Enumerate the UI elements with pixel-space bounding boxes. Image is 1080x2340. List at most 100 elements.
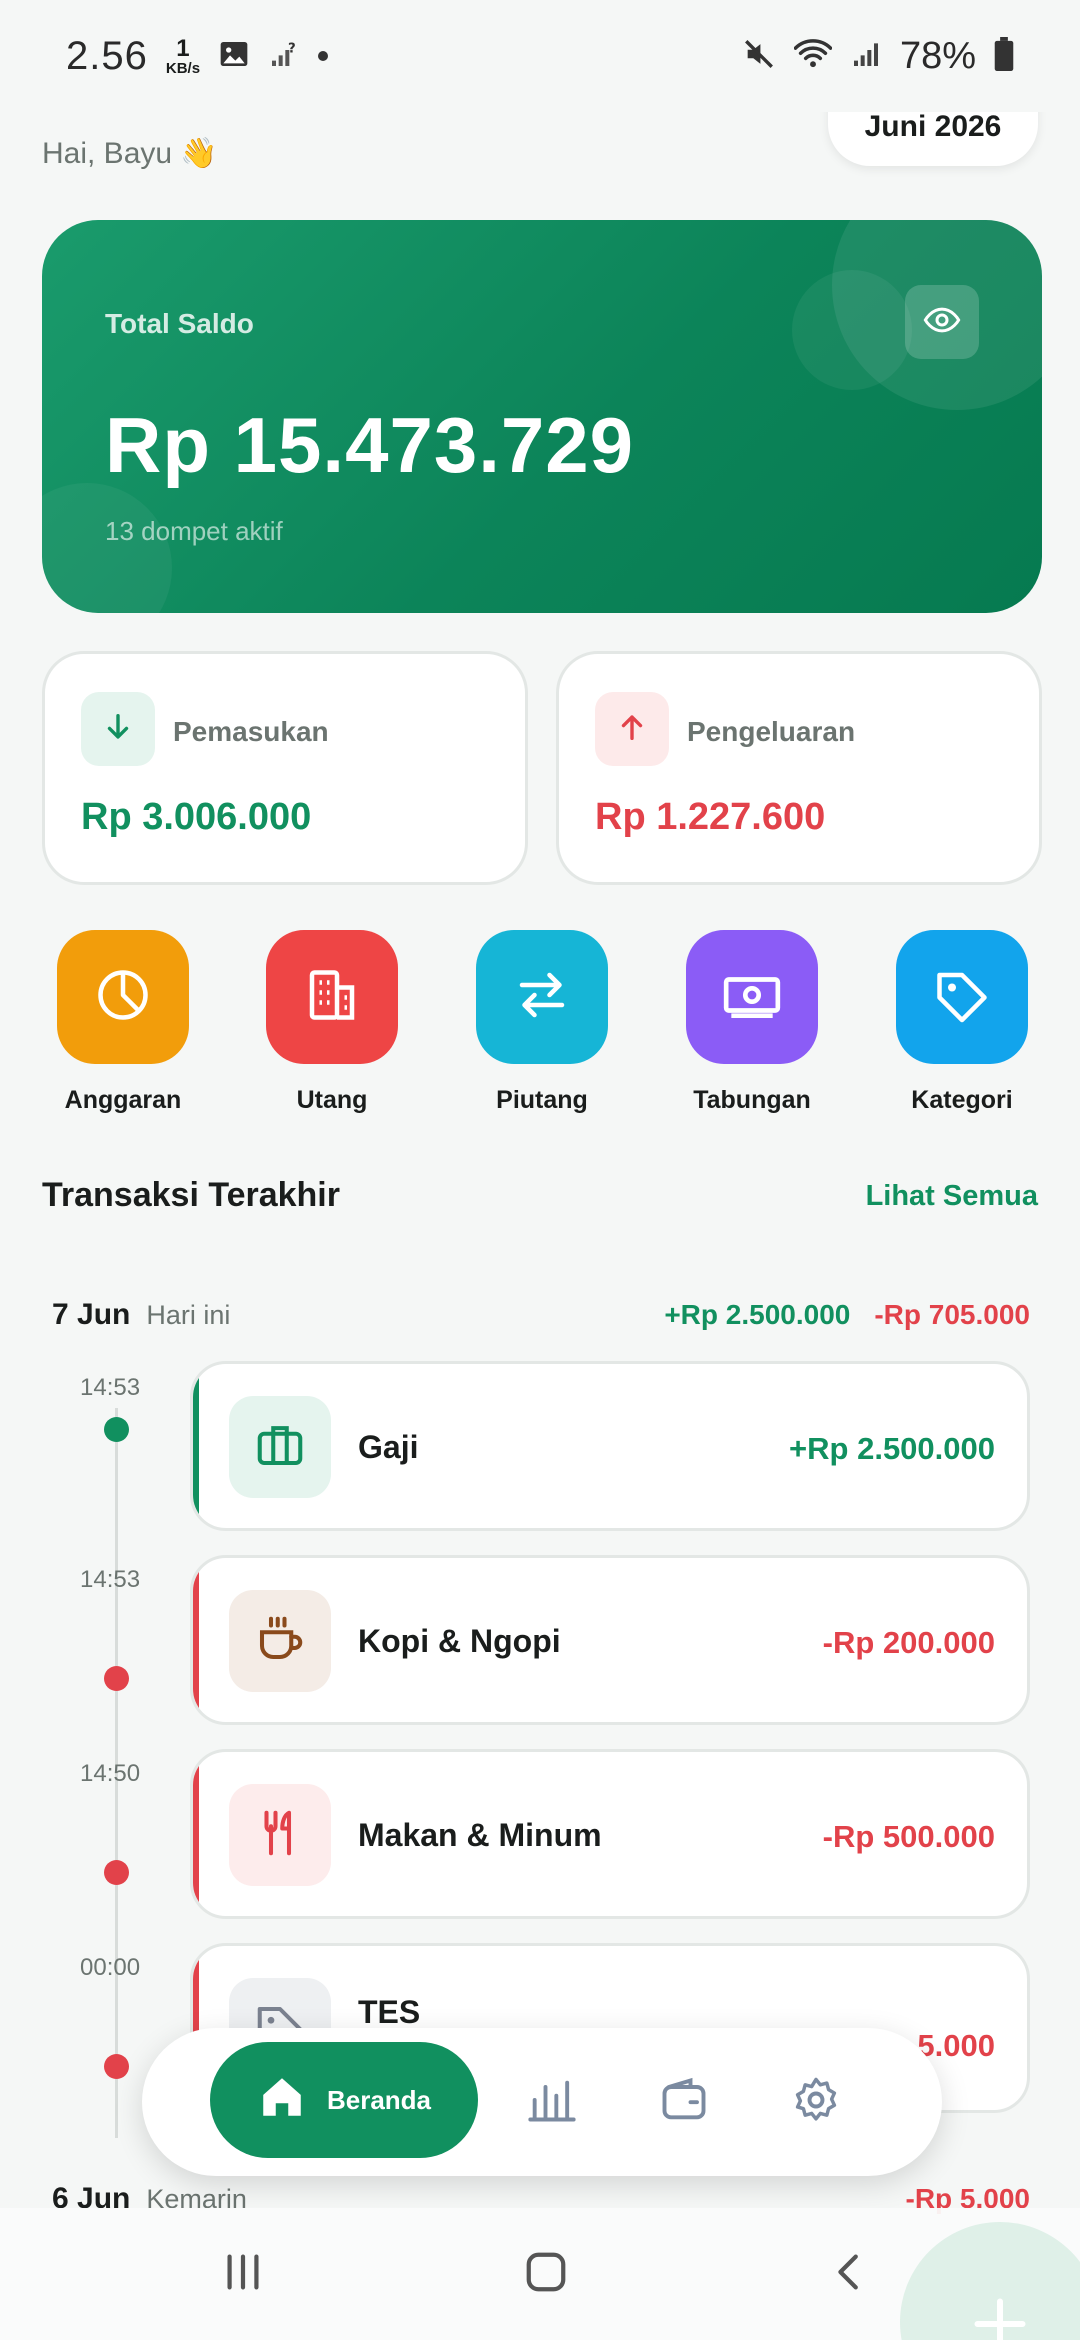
coffee-icon: [253, 1612, 307, 1671]
expense-card[interactable]: Pengeluaran Rp 1.227.600: [556, 651, 1042, 885]
budget-icon-box: [57, 930, 189, 1064]
settings-icon: [790, 2074, 842, 2131]
signal-icon: [850, 38, 882, 75]
svg-text:?: ?: [288, 41, 296, 56]
transaction-name: TES: [358, 1994, 421, 2030]
home-icon: [257, 2072, 307, 2129]
transaction-card[interactable]: Gaji +Rp 2.500.000: [190, 1361, 1030, 1531]
month-label: Juni 2026: [864, 110, 1002, 143]
quick-menu-label: Kategori: [911, 1086, 1013, 1114]
income-label: Pemasukan: [173, 716, 329, 747]
home-system-button[interactable]: [516, 2244, 576, 2304]
network-speed-value: 1: [176, 34, 190, 62]
timeline-dot: [104, 1417, 129, 1442]
expense-value: Rp 1.227.600: [595, 796, 826, 838]
category-icon-box: [896, 930, 1028, 1064]
battery-icon: [994, 36, 1014, 76]
bottom-navigation: Beranda: [142, 2028, 942, 2176]
arrow-down-icon: [101, 710, 135, 749]
back-chevron-icon: [827, 2249, 873, 2300]
nav-home-button[interactable]: Beranda: [210, 2042, 478, 2158]
swap-icon: [512, 965, 572, 1030]
transaction-card[interactable]: Makan & Minum -Rp 500.000: [190, 1749, 1030, 1919]
quick-menu-label: Utang: [296, 1086, 368, 1114]
clock: 2.56: [66, 33, 148, 78]
transaction-time: 14:50: [80, 1760, 141, 1787]
plus-icon: [970, 2294, 1030, 2340]
expense-icon-box: [595, 692, 669, 766]
pie-chart-icon: [93, 965, 153, 1030]
tag-icon: [932, 965, 992, 1030]
no-signal-icon: ?: [268, 38, 300, 75]
decorative-circle: [42, 483, 172, 613]
transaction-name: Kopi & Ngopi: [358, 1623, 561, 1659]
nav-wallet-button[interactable]: [644, 2062, 724, 2142]
building-icon: [302, 965, 362, 1030]
greeting-text: Hai, Bayu 👋: [42, 137, 218, 170]
quick-menu-budget[interactable]: Anggaran: [18, 930, 228, 1115]
network-speed: 1 KB/s: [166, 34, 200, 76]
quick-menu-label: Tabungan: [693, 1086, 811, 1114]
transaction-amount: +Rp 2.500.000: [789, 1431, 995, 1466]
timeline-dot: [104, 1666, 129, 1691]
income-card[interactable]: Pemasukan Rp 3.006.000: [42, 651, 528, 885]
battery-percent: 78%: [899, 34, 976, 77]
balance-card: Total Saldo Rp 15.473.729 13 dompet akti…: [42, 220, 1042, 613]
transaction-card[interactable]: Kopi & Ngopi -Rp 200.000: [190, 1555, 1030, 1725]
transaction-icon-box: [229, 1396, 331, 1498]
gallery-icon: [218, 38, 250, 75]
nav-home-label: Beranda: [326, 2084, 432, 2115]
expense-label: Pengeluaran: [687, 716, 856, 747]
transaction-icon-box: [229, 1590, 331, 1692]
transaction-icon-box: [229, 1784, 331, 1886]
wifi-icon: [793, 37, 833, 76]
balance-amount: Rp 15.473.729: [105, 401, 635, 489]
nav-settings-button[interactable]: [776, 2062, 856, 2142]
quick-menu-category[interactable]: Kategori: [857, 930, 1067, 1115]
eye-icon: [922, 300, 962, 345]
day-total-expense: -Rp 705.000: [874, 1299, 1030, 1330]
wallet-icon: [658, 2074, 710, 2131]
chart-icon: [526, 2074, 578, 2131]
quick-menu-receivable[interactable]: Piutang: [437, 930, 647, 1115]
status-bar-left: 2.56 1 KB/s ?: [66, 33, 329, 79]
transaction-time: 00:00: [80, 1954, 141, 1981]
day-date: 7 Jun: [52, 1298, 131, 1331]
quick-menu-savings[interactable]: Tabungan: [647, 930, 857, 1115]
transaction-time: 14:53: [80, 1374, 141, 1401]
home-square-icon: [523, 2249, 569, 2300]
day-header: 7 Jun Hari ini +Rp 2.500.000 -Rp 705.000: [52, 1298, 1030, 1332]
debt-icon-box: [266, 930, 398, 1064]
see-all-link[interactable]: Lihat Semua: [866, 1180, 1038, 1213]
utensils-icon: [253, 1806, 307, 1865]
receivable-icon-box: [476, 930, 608, 1064]
day-total-income: +Rp 2.500.000: [664, 1299, 851, 1330]
transaction-amount: -Rp 500.000: [822, 1819, 995, 1854]
decorative-circle: [792, 270, 912, 390]
quick-menu-label: Piutang: [496, 1086, 588, 1114]
transaction-time: 14:53: [80, 1566, 141, 1593]
briefcase-icon: [253, 1418, 307, 1477]
status-bar: 2.56 1 KB/s ? 78%: [0, 0, 1080, 112]
nav-stats-button[interactable]: [512, 2062, 592, 2142]
toggle-visibility-button[interactable]: [905, 285, 979, 359]
back-button[interactable]: [820, 2244, 880, 2304]
transaction-name: Gaji: [358, 1429, 419, 1465]
status-bar-right: 78%: [742, 35, 1014, 78]
quick-menu-debt[interactable]: Utang: [227, 930, 437, 1115]
transaction-name: Makan & Minum: [358, 1817, 602, 1853]
income-icon-box: [81, 692, 155, 766]
mute-icon: [742, 37, 776, 76]
timeline-dot: [104, 2054, 129, 2079]
wallet-count: 13 dompet aktif: [105, 516, 283, 546]
notification-dot-icon: [318, 51, 329, 61]
recent-apps-button[interactable]: [213, 2244, 273, 2304]
balance-label: Total Saldo: [105, 308, 254, 339]
banknote-icon: [721, 964, 783, 1031]
timeline-dot: [104, 1860, 129, 1885]
savings-icon-box: [686, 930, 818, 1064]
day-note: Hari ini: [146, 1300, 231, 1330]
day-totals: +Rp 2.500.000 -Rp 705.000: [664, 1299, 1030, 1331]
quick-menu-label: Anggaran: [64, 1086, 182, 1114]
income-value: Rp 3.006.000: [81, 796, 312, 838]
